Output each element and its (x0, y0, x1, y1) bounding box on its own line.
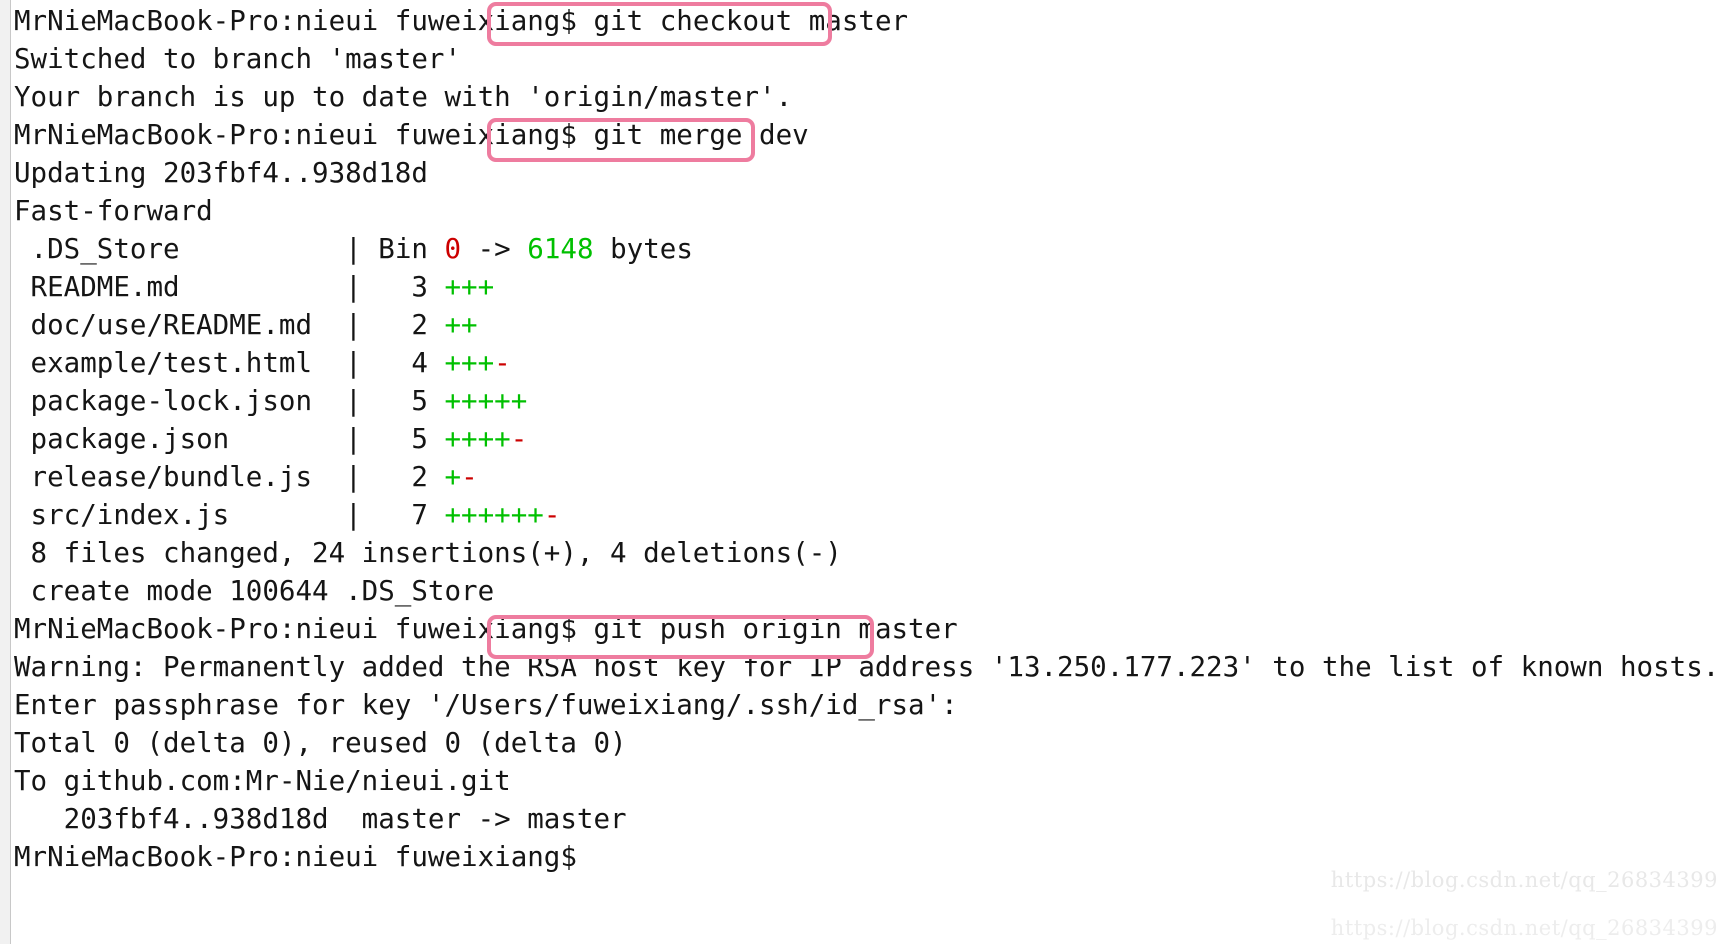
diffstat-bin-to: 6148 (527, 233, 594, 265)
diffstat-bin-unit: bytes (593, 233, 693, 265)
diffstat-deletions: - (461, 461, 478, 493)
diffstat-separator: | (345, 271, 412, 303)
diffstat-separator: | (345, 423, 412, 455)
diffstat-separator: | (345, 347, 412, 379)
terminal-line-output: Fast-forward (14, 192, 1726, 230)
shell-prompt: MrNieMacBook-Pro:nieui fuweixiang$ (14, 613, 594, 645)
diffstat-deletions: - (543, 499, 561, 531)
diffstat-separator: | (345, 233, 379, 265)
diffstat-count: 7 (411, 499, 445, 531)
output-text: 203fbf4..938d18d master -> master (14, 803, 627, 835)
terminal-line-output: 203fbf4..938d18d master -> master (14, 800, 1726, 838)
diffstat-row: release/bundle.js | 2 +- (14, 458, 1726, 496)
diffstat-filename: .DS_Store (14, 233, 346, 265)
diffstat-filename: package-lock.json (14, 385, 346, 417)
diffstat-count: 4 (411, 347, 445, 379)
terminal-window: MrNieMacBook-Pro:nieui fuweixiang$ git c… (0, 0, 1726, 944)
terminal-line-warning: Warning: Permanently added the RSA host … (14, 648, 1726, 686)
shell-prompt: MrNieMacBook-Pro:nieui fuweixiang$ (14, 5, 594, 37)
output-text: To github.com:Mr-Nie/nieui.git (14, 765, 511, 797)
diffstat-count: 3 (411, 271, 445, 303)
terminal-line-command: MrNieMacBook-Pro:nieui fuweixiang$ git c… (14, 2, 1726, 40)
diffstat-count: 5 (411, 385, 445, 417)
diffstat-row: src/index.js | 7 ++++++- (14, 496, 1726, 534)
watermark: https://blog.csdn.net/qq_26834399 https:… (1302, 844, 1718, 940)
diffstat-insertions: ++++ (444, 423, 511, 455)
diffstat-deletions: - (494, 347, 511, 379)
diffstat-insertions: ++ (444, 309, 478, 341)
diffstat-row: doc/use/README.md | 2 ++ (14, 306, 1726, 344)
terminal-line-output: create mode 100644 .DS_Store (14, 572, 1726, 610)
diffstat-separator: | (345, 309, 412, 341)
terminal-output-area[interactable]: MrNieMacBook-Pro:nieui fuweixiang$ git c… (14, 0, 1726, 944)
diffstat-bin-label: Bin (378, 233, 445, 265)
command-git-push-origin-master: git push origin master (593, 613, 958, 645)
diffstat-row: README.md | 3 +++ (14, 268, 1726, 306)
diffstat-separator: | (345, 461, 412, 493)
diffstat-filename: doc/use/README.md (14, 309, 346, 341)
diffstat-row: package-lock.json | 5 +++++ (14, 382, 1726, 420)
output-text: Updating 203fbf4..938d18d (14, 157, 428, 189)
diffstat-filename: package.json (14, 423, 346, 455)
diffstat-filename: src/index.js (14, 499, 346, 531)
output-text: Total 0 (delta 0), reused 0 (delta 0) (14, 727, 627, 759)
diffstat-filename: README.md (14, 271, 346, 303)
output-text: Warning: Permanently added the RSA host … (14, 651, 1720, 683)
diffstat-insertions: +++++ (444, 385, 528, 417)
output-text: Enter passphrase for key '/Users/fuweixi… (14, 689, 958, 721)
terminal-line-command: MrNieMacBook-Pro:nieui fuweixiang$ git m… (14, 116, 1726, 154)
diffstat-deletions: - (510, 423, 528, 455)
diffstat-separator: | (345, 499, 412, 531)
terminal-line-output: Switched to branch 'master' (14, 40, 1726, 78)
terminal-line-output: To github.com:Mr-Nie/nieui.git (14, 762, 1726, 800)
diffstat-separator: | (345, 385, 412, 417)
output-text: Your branch is up to date with 'origin/m… (14, 81, 793, 113)
diffstat-insertions: ++++++ (444, 499, 544, 531)
watermark-text-a: https://blog.csdn.net/qq_26834399 (1330, 868, 1718, 892)
diffstat-bin-from: 0 (444, 233, 462, 265)
diffstat-count: 5 (411, 423, 445, 455)
terminal-line-output: Your branch is up to date with 'origin/m… (14, 78, 1726, 116)
diffstat-bin-arrow: -> (461, 233, 528, 265)
diffstat-row: example/test.html | 4 +++- (14, 344, 1726, 382)
diffstat-filename: example/test.html (14, 347, 346, 379)
diffstat-filename: release/bundle.js (14, 461, 346, 493)
output-text: Switched to branch 'master' (14, 43, 462, 75)
watermark-text-b: https://blog.csdn.net/qq_26834399 (1330, 916, 1718, 940)
output-text: 8 files changed, 24 insertions(+), 4 del… (14, 537, 842, 569)
terminal-line-command: MrNieMacBook-Pro:nieui fuweixiang$ git p… (14, 610, 1726, 648)
diffstat-count: 2 (411, 461, 445, 493)
output-text: create mode 100644 .DS_Store (14, 575, 495, 607)
diffstat-row: package.json | 5 ++++- (14, 420, 1726, 458)
diffstat-count: 2 (411, 309, 445, 341)
diffstat-insertions: +++ (444, 347, 495, 379)
shell-prompt: MrNieMacBook-Pro:nieui fuweixiang$ (14, 119, 594, 151)
command-git-checkout-master: git checkout master (593, 5, 909, 37)
shell-prompt: MrNieMacBook-Pro:nieui fuweixiang$ (14, 841, 594, 873)
diffstat-row: .DS_Store | Bin 0 -> 6148 bytes (14, 230, 1726, 268)
output-text: Fast-forward (14, 195, 213, 227)
diffstat-summary: 8 files changed, 24 insertions(+), 4 del… (14, 534, 1726, 572)
terminal-line-output: Total 0 (delta 0), reused 0 (delta 0) (14, 724, 1726, 762)
diffstat-insertions: +++ (444, 271, 495, 303)
terminal-line-passphrase-prompt[interactable]: Enter passphrase for key '/Users/fuweixi… (14, 686, 1726, 724)
terminal-left-gutter (0, 0, 11, 944)
diffstat-insertions: + (444, 461, 462, 493)
command-git-merge-dev: git merge dev (593, 119, 809, 151)
terminal-line-output: Updating 203fbf4..938d18d (14, 154, 1726, 192)
